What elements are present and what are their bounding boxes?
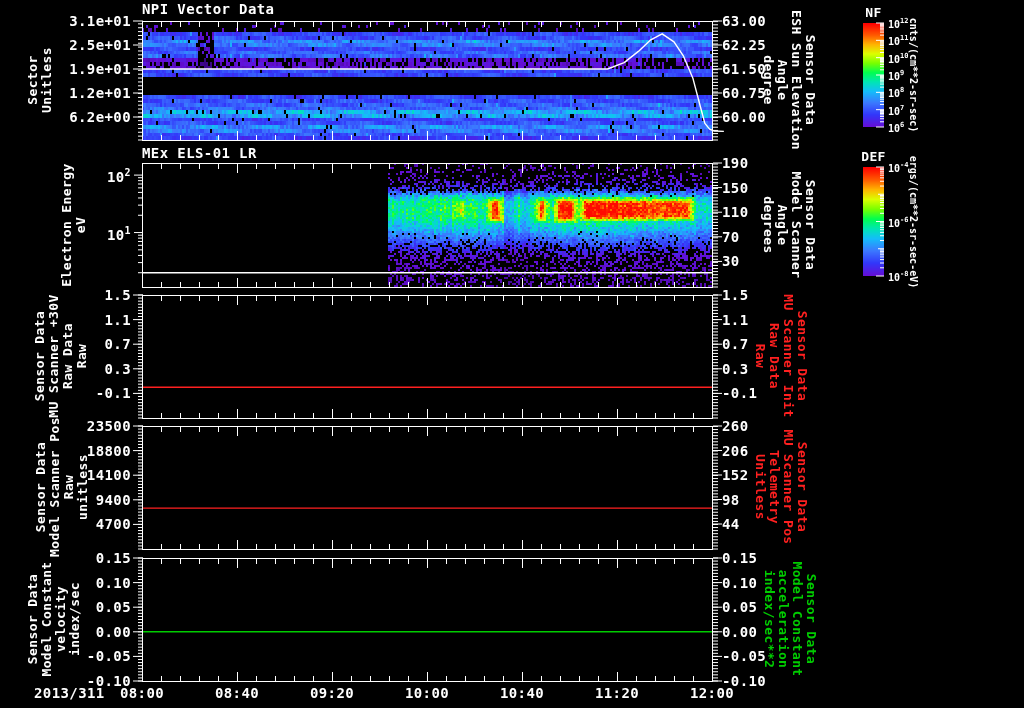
x-tick-label: 09:20	[310, 686, 354, 700]
tick-label: -0.05	[722, 649, 766, 663]
tick-label: 0.00	[96, 625, 131, 639]
tick-label: 1.1	[105, 313, 132, 327]
nf-colorbar-tick: 1010	[888, 51, 908, 64]
model-constant-right-axis-label: Sensor Data Model Constant acceleration …	[762, 561, 818, 676]
tick-label: 18800	[87, 444, 131, 458]
tick-label: 9400	[96, 493, 131, 507]
tick-label: 98	[722, 493, 740, 507]
panel-els-title: MEx ELS-01 LR	[142, 146, 257, 160]
tick-label: 62.25	[722, 38, 766, 52]
tick-label: 70	[722, 230, 740, 244]
model-constant-left-axis-label: Sensor Data Model Constant velocity inde…	[26, 561, 82, 676]
def-colorbar-unit: ergs/(cm**2-sr-sec-eV)	[908, 156, 918, 288]
tick-label: 61.50	[722, 62, 766, 76]
tick-label: 6.2e+00	[69, 110, 131, 124]
nf-colorbar-tick: 1011	[888, 34, 908, 47]
tick-label: 1.5	[105, 288, 132, 302]
tick-label: 206	[722, 444, 749, 458]
tick-label: 0.05	[96, 600, 131, 614]
tick-label: 44	[722, 517, 740, 531]
tick-label: 14100	[87, 468, 131, 482]
tick-label: -0.1	[722, 386, 757, 400]
def-colorbar-tick: 10-6	[888, 215, 908, 228]
mu-scanner-right-axis-label: Sensor Data MU Scanner Init Raw Data Raw	[753, 294, 809, 417]
tick-label: 0.05	[722, 600, 757, 614]
tick-label: 102	[107, 166, 131, 184]
figure: NPI Vector Data MEx ELS-01 LR Sector Uni…	[0, 0, 1024, 708]
tick-label: 60.00	[722, 110, 766, 124]
tick-label: 0.7	[722, 337, 749, 351]
nf-colorbar-unit: cnts/(cm**2-sr-sec)	[908, 18, 918, 132]
npi-left-axis-label: Sector Unitless	[26, 47, 54, 113]
tick-label: 2.5e+01	[69, 38, 131, 52]
tick-label: 0.15	[722, 551, 757, 565]
x-tick-label: 10:40	[500, 686, 544, 700]
nf-colorbar-tick: 109	[888, 68, 904, 81]
x-tick-label: 12:00	[690, 686, 734, 700]
tick-label: 3.1e+01	[69, 14, 131, 28]
tick-label: 0.3	[105, 362, 132, 376]
tick-label: 1.5	[722, 288, 749, 302]
tick-label: 110	[722, 205, 749, 219]
tick-label: 0.15	[96, 551, 131, 565]
scanner-pos-left-axis-label: Sensor Data Model Scanner Pos Raw unitle…	[34, 417, 90, 557]
nf-colorbar-tick: 107	[888, 103, 904, 116]
x-tick-label: 08:40	[215, 686, 259, 700]
scanner-pos-right-axis-label: Sensor Data MU Scanner Pos Telemetry Uni…	[753, 429, 809, 544]
npi-right-axis-label: Sensor Data ESH Sun Elevation Angle degr…	[761, 10, 817, 150]
tick-label: 0.00	[722, 625, 757, 639]
tick-label: 260	[722, 419, 749, 433]
tick-label: 30	[722, 254, 740, 268]
tick-label: 4700	[96, 517, 131, 531]
tick-label: 60.75	[722, 86, 766, 100]
tick-label: 152	[722, 468, 749, 482]
def-colorbar-tick: 10-8	[888, 269, 908, 282]
panel-npi-title: NPI Vector Data	[142, 2, 274, 16]
tick-label: 0.10	[722, 576, 757, 590]
tick-label: 150	[722, 181, 749, 195]
def-colorbar-tick: 10-4	[888, 160, 908, 173]
tick-label: 101	[107, 224, 131, 242]
def-colorbar-title: DEF	[860, 150, 887, 164]
tick-label: 0.7	[105, 337, 132, 351]
axes-layer	[0, 0, 1024, 708]
els-left-axis-label: Electron Energy eV	[60, 163, 88, 286]
tick-label: 1.1	[722, 313, 749, 327]
tick-label: 190	[722, 156, 749, 170]
nf-colorbar-tick: 1012	[888, 16, 908, 29]
tick-label: -0.1	[96, 386, 131, 400]
tick-label: 1.9e+01	[69, 62, 131, 76]
nf-colorbar-title: NF	[863, 6, 884, 20]
x-tick-label: 08:00	[120, 686, 164, 700]
tick-label: 0.3	[722, 362, 749, 376]
els-right-axis-label: Sensor Data Model Scanner Angle degrees	[761, 172, 817, 279]
tick-label: 63.00	[722, 14, 766, 28]
x-tick-label: 10:00	[405, 686, 449, 700]
tick-label: -0.05	[87, 649, 131, 663]
nf-colorbar-tick: 106	[888, 120, 904, 133]
tick-label: 1.2e+01	[69, 86, 131, 100]
nf-colorbar-tick: 108	[888, 86, 904, 99]
x-tick-label: 11:20	[595, 686, 639, 700]
tick-label: 23500	[87, 419, 131, 433]
mu-scanner-left-axis-label: Sensor Data MU Scanner +30V Raw Data Raw	[33, 294, 89, 417]
tick-label: 0.10	[96, 576, 131, 590]
